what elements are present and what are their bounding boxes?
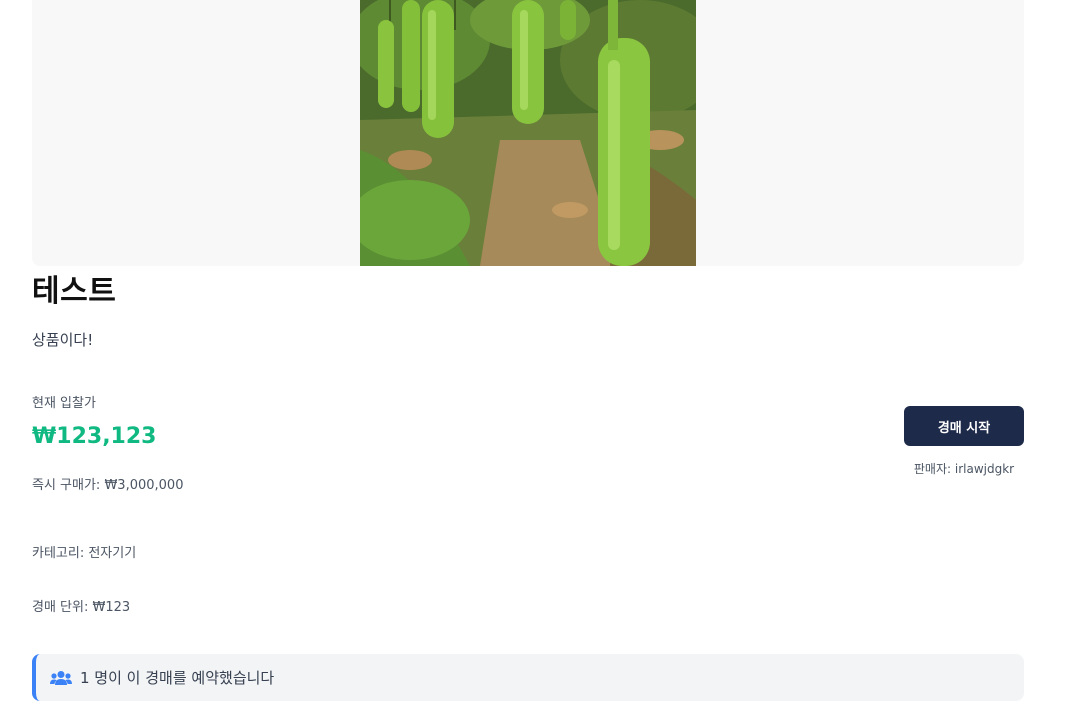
auction-detail-page: 테스트 상품이다! 현재 입찰가 ₩123,123 즉시 구매가: ₩3,000… [0,0,1079,722]
current-bid-value: ₩123,123 [32,424,157,449]
buy-now-price: 즉시 구매가: ₩3,000,000 [32,478,184,493]
product-title: 테스트 [32,274,117,309]
product-description: 상품이다! [32,331,94,349]
bid-unit: 경매 단위: ₩123 [32,600,131,615]
product-image [360,0,696,266]
start-auction-button[interactable]: 경매 시작 [904,406,1024,446]
seller-info: 판매자: irlawjdgkr [913,462,1015,476]
users-icon [50,670,72,685]
reservation-text: 1 명이 이 경매를 예약했습니다 [80,669,275,687]
reservation-banner: 1 명이 이 경매를 예약했습니다 [32,654,1024,701]
category: 카테고리: 전자기기 [32,546,137,561]
product-image-panel [32,0,1024,266]
current-bid-label: 현재 입찰가 [32,396,96,411]
